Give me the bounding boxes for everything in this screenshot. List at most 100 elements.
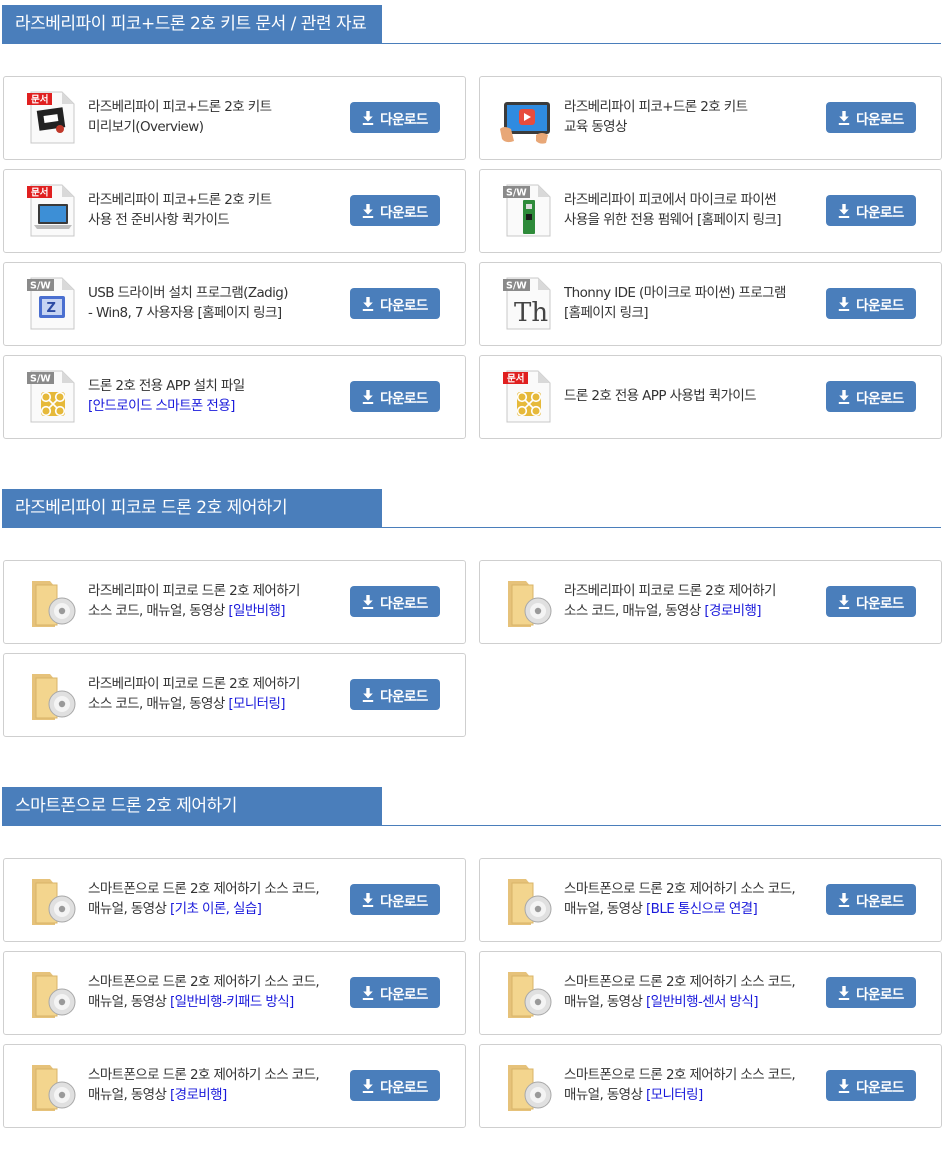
item-highlight-tag: [모니터링] — [646, 1087, 703, 1103]
download-button-label: 다운로드 — [380, 390, 428, 407]
software-thonny-icon: Th S/W — [498, 275, 556, 333]
svg-text:S/W: S/W — [506, 281, 527, 292]
item-highlight-tag: [기초 이론, 실습] — [170, 901, 262, 917]
item-title: 라즈베리파이 피코+드론 2호 키트 교육 동영상 — [564, 97, 826, 137]
svg-text:문서: 문서 — [31, 187, 48, 199]
download-button[interactable]: 다운로드 — [350, 1070, 440, 1101]
item-title: 라즈베리파이 피코로 드론 2호 제어하기소스 코드, 매뉴얼, 동영상 [경로… — [564, 581, 826, 621]
download-button[interactable]: 다운로드 — [826, 102, 916, 133]
download-button[interactable]: 다운로드 — [350, 288, 440, 319]
item-title: 스마트폰으로 드론 2호 제어하기 소스 코드, 매뉴얼, 동영상 [일반비행-센… — [564, 972, 826, 1012]
download-card: 라즈베리파이 피코로 드론 2호 제어하기소스 코드, 매뉴얼, 동영상 [경로… — [479, 560, 942, 644]
item-highlight-tag: [BLE 통신으로 연결] — [646, 901, 758, 917]
download-icon — [362, 110, 374, 125]
folder-disc-icon — [498, 964, 556, 1022]
download-card: 스마트폰으로 드론 2호 제어하기 소스 코드, 매뉴얼, 동영상 [기초 이론,… — [3, 858, 466, 942]
item-title-line1: 라즈베리파이 피코로 드론 2호 제어하기 — [88, 583, 300, 599]
svg-text:문서: 문서 — [31, 94, 48, 106]
item-title: 라즈베리파이 피코에서 마이크로 파이썬 사용을 위한 전용 펌웨어 [홈페이지 … — [564, 190, 826, 230]
item-title-line2: 매뉴얼, 동영상 [경로비행] — [88, 1085, 350, 1105]
download-button[interactable]: 다운로드 — [350, 102, 440, 133]
item-desc: 매뉴얼, 동영상 — [564, 1087, 646, 1103]
item-title-line2: 매뉴얼, 동영상 [모니터링] — [564, 1085, 826, 1105]
download-button[interactable]: 다운로드 — [826, 288, 916, 319]
item-title-line2: 매뉴얼, 동영상 [일반비행-키패드 방식] — [88, 992, 350, 1012]
item-desc: 소스 코드, 매뉴얼, 동영상 — [564, 603, 705, 619]
download-icon — [838, 1078, 850, 1093]
download-icon — [838, 389, 850, 404]
download-card: 스마트폰으로 드론 2호 제어하기 소스 코드, 매뉴얼, 동영상 [일반비행-센… — [479, 951, 942, 1035]
download-button-label: 다운로드 — [856, 1079, 904, 1096]
download-icon — [838, 985, 850, 1000]
item-title-line1: 스마트폰으로 드론 2호 제어하기 소스 코드, — [88, 881, 320, 897]
item-title-line1: 스마트폰으로 드론 2호 제어하기 소스 코드, — [564, 881, 796, 897]
download-button-label: 다운로드 — [380, 688, 428, 705]
document-drone-app-icon: 문서 — [498, 368, 556, 426]
item-title: 라즈베리파이 피코+드론 2호 키트 미리보기(Overview) — [88, 97, 350, 137]
section-title: 스마트폰으로 드론 2호 제어하기 — [15, 796, 237, 816]
svg-text:Th: Th — [514, 298, 548, 328]
section-title: 라즈베리파이 피코+드론 2호 키트 문서 / 관련 자료 — [15, 14, 367, 34]
section-divider — [2, 527, 941, 528]
software-drone-app-icon: S/W — [22, 368, 80, 426]
item-desc: 사용을 위한 전용 펌웨어 [홈페이지 링크] — [564, 212, 782, 228]
tablet-video-icon — [498, 89, 556, 147]
download-button[interactable]: 다운로드 — [350, 381, 440, 412]
download-icon — [838, 296, 850, 311]
download-icon — [838, 203, 850, 218]
item-title-line1: 라즈베리파이 피코로 드론 2호 제어하기 — [564, 583, 776, 599]
download-button[interactable]: 다운로드 — [350, 884, 440, 915]
download-card: 라즈베리파이 피코로 드론 2호 제어하기 소스 코드, 매뉴얼, 동영상 [모니… — [3, 653, 466, 737]
download-button[interactable]: 다운로드 — [350, 977, 440, 1008]
item-desc: 소스 코드, 매뉴얼, 동영상 — [88, 603, 229, 619]
item-title: 스마트폰으로 드론 2호 제어하기 소스 코드, 매뉴얼, 동영상 [경로비행] — [88, 1065, 350, 1105]
download-card: 문서 라즈베리파이 피코+드론 2호 키트 사용 전 준비사항 퀵가이드 다운로드 — [3, 169, 466, 253]
download-button-label: 다운로드 — [856, 204, 904, 221]
item-title: USB 드라이버 설치 프로그램(Zadig) - Win8, 7 사용자용 [홈… — [88, 283, 350, 323]
download-button[interactable]: 다운로드 — [826, 381, 916, 412]
folder-disc-icon — [22, 666, 80, 724]
download-icon — [362, 1078, 374, 1093]
download-button[interactable]: 다운로드 — [826, 884, 916, 915]
download-button-label: 다운로드 — [856, 893, 904, 910]
download-button-label: 다운로드 — [856, 297, 904, 314]
download-icon — [838, 594, 850, 609]
item-title-line2: 매뉴얼, 동영상 [BLE 통신으로 연결] — [564, 899, 826, 919]
item-title: 드론 2호 전용 APP 사용법 퀵가이드 — [564, 386, 826, 406]
item-highlight-tag: [경로비행] — [170, 1087, 227, 1103]
download-button-label: 다운로드 — [856, 390, 904, 407]
item-desc: 매뉴얼, 동영상 — [564, 994, 646, 1010]
download-button[interactable]: 다운로드 — [826, 195, 916, 226]
svg-text:문서: 문서 — [507, 373, 524, 385]
folder-disc-icon — [22, 1057, 80, 1115]
item-highlight-tag: [경로비행] — [704, 603, 761, 619]
document-booklet-icon: 문서 — [22, 89, 80, 147]
item-title-line1: 스마트폰으로 드론 2호 제어하기 소스 코드, — [88, 974, 320, 990]
download-card: 라즈베리파이 피코로 드론 2호 제어하기 소스 코드, 매뉴얼, 동영상 [일반… — [3, 560, 466, 644]
download-button[interactable]: 다운로드 — [350, 679, 440, 710]
item-title-line1: 스마트폰으로 드론 2호 제어하기 소스 코드, — [88, 1067, 320, 1083]
item-desc: 매뉴얼, 동영상 — [564, 901, 646, 917]
item-title: 스마트폰으로 드론 2호 제어하기 소스 코드, 매뉴얼, 동영상 [BLE 통신… — [564, 879, 826, 919]
download-card: S/W 드론 2호 전용 APP 설치 파일 [안드로이드 스마트폰 전용] 다운로드 — [3, 355, 466, 439]
download-icon — [362, 687, 374, 702]
download-icon — [838, 892, 850, 907]
download-button[interactable]: 다운로드 — [826, 977, 916, 1008]
item-title-line1: 드론 2호 전용 APP 설치 파일 — [88, 378, 245, 394]
item-title-line2: [홈페이지 링크] — [564, 303, 826, 323]
section-title: 라즈베리파이 피코로 드론 2호 제어하기 — [15, 498, 288, 518]
download-button[interactable]: 다운로드 — [350, 195, 440, 226]
download-card: S/W 라즈베리파이 피코에서 마이크로 파이썬 사용을 위한 전용 펌웨어 [홈페… — [479, 169, 942, 253]
item-highlight-tag: [일반비행-키패드 방식] — [170, 994, 294, 1010]
download-card: 문서드론 2호 전용 APP 사용법 퀵가이드 다운로드 — [479, 355, 942, 439]
download-button[interactable]: 다운로드 — [826, 1070, 916, 1101]
section-divider — [2, 825, 941, 826]
download-button-label: 다운로드 — [380, 111, 428, 128]
item-title-line1: 라즈베리파이 피코+드론 2호 키트 — [88, 99, 272, 115]
folder-disc-icon — [22, 964, 80, 1022]
download-button[interactable]: 다운로드 — [826, 586, 916, 617]
item-title-line2: 사용 전 준비사항 퀵가이드 — [88, 210, 350, 230]
svg-text:S/W: S/W — [30, 374, 51, 385]
item-highlight-tag: [일반비행-센서 방식] — [646, 994, 758, 1010]
download-button[interactable]: 다운로드 — [350, 586, 440, 617]
